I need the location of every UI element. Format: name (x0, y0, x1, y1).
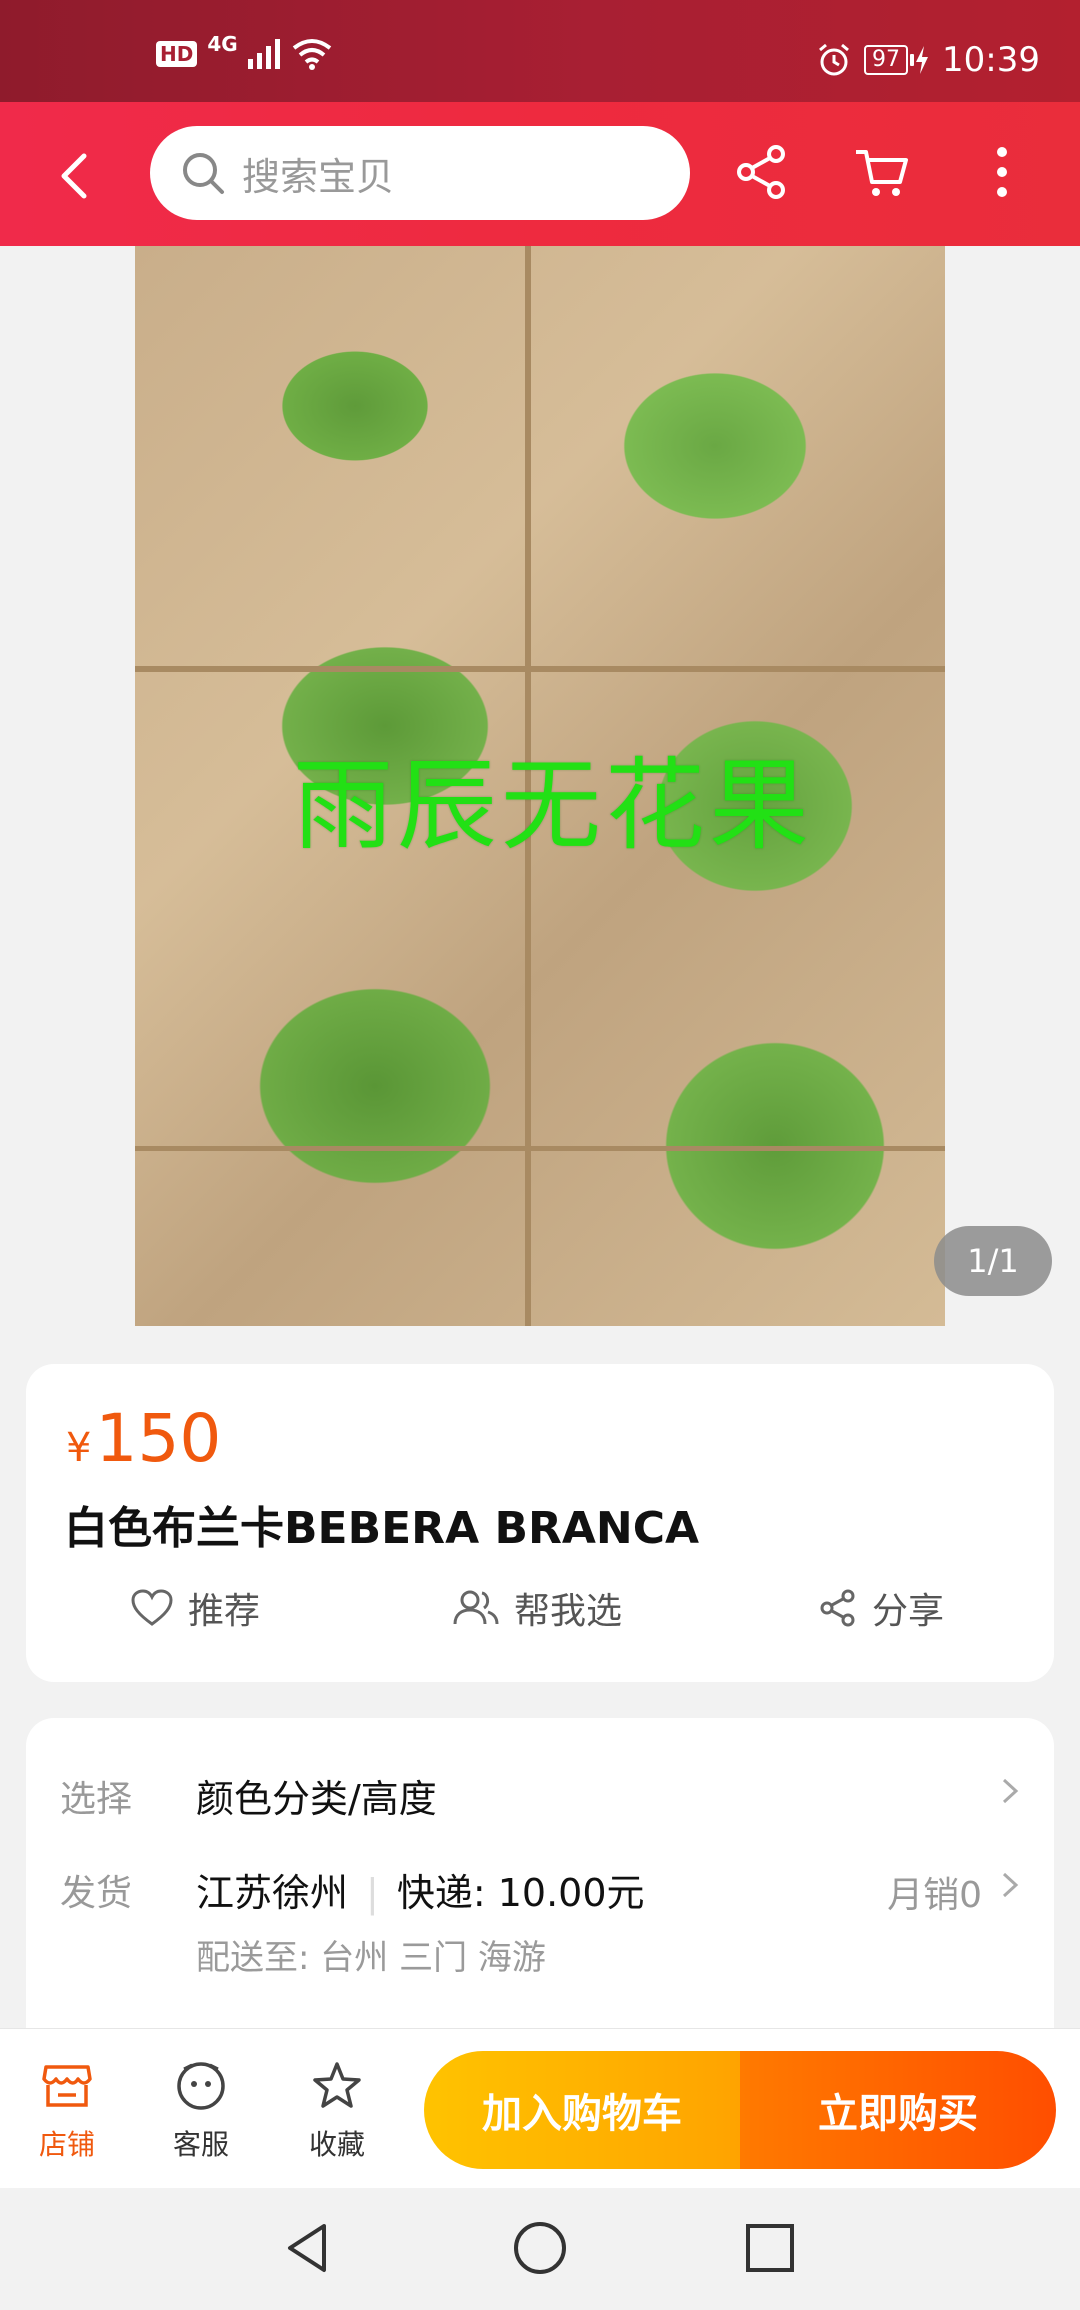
system-recents-icon[interactable] (740, 2218, 800, 2278)
favorite-label: 收藏 (308, 2128, 365, 2161)
price-value: 150 (95, 1400, 222, 1477)
people-icon (453, 1590, 499, 1625)
buy-now-button[interactable]: 立即购买 (740, 2051, 1056, 2169)
chevron-right-icon (1002, 1872, 1019, 1898)
chevron-right-icon (1002, 1778, 1019, 1804)
monthly-sales: 月销0 (887, 1875, 982, 1916)
currency-symbol: ¥ (66, 1425, 92, 1471)
bottom-action-bar: 店铺 客服 收藏 加入购物车 立即购买 (0, 2028, 1080, 2189)
price: ¥ 150 (66, 1400, 221, 1477)
select-label: 选择 (60, 1779, 133, 1820)
select-value: 颜色分类/高度 (196, 1777, 437, 1821)
shop-label: 店铺 (38, 2128, 95, 2161)
search-icon (183, 153, 224, 194)
customer-service-icon (177, 2062, 225, 2110)
shipping-origin: 江苏徐州 (196, 1871, 349, 1915)
box-edge (135, 1146, 945, 1151)
clock: 10:39 (942, 40, 1040, 80)
recommend-button[interactable]: 推荐 (130, 1582, 260, 1634)
cart-icon[interactable] (852, 142, 912, 202)
help-me-choose-button[interactable]: 帮我选 (452, 1582, 622, 1634)
photo-watermark: 雨辰无花果 (293, 747, 813, 864)
heart-icon (131, 1589, 173, 1626)
customer-service-label: 客服 (172, 2128, 229, 2161)
shipping-info: 江苏徐州 | 快递: 10.00元 (196, 1862, 645, 1917)
product-actions: 推荐 帮我选 分享 (26, 1582, 1054, 1662)
search-placeholder: 搜索宝贝 (242, 154, 395, 199)
wifi-icon (292, 39, 331, 70)
status-right: 97 10:39 (816, 40, 1040, 80)
deliver-to: 配送至: 台州 三门 海游 (196, 1938, 546, 1978)
more-icon[interactable] (972, 142, 1032, 202)
search-input[interactable]: 搜索宝贝 (150, 126, 690, 220)
image-counter: 1/1 (934, 1226, 1052, 1296)
hd-badge: HD (156, 41, 198, 67)
network-type: 4G (207, 32, 238, 56)
box-edge (135, 666, 945, 672)
product-gallery[interactable]: 雨辰无花果 1/1 (0, 246, 1080, 1326)
add-to-cart-button[interactable]: 加入购物车 (424, 2051, 740, 2169)
status-bar: HD 4G 97 10:39 (0, 0, 1080, 102)
status-left: HD 4G (156, 32, 332, 70)
top-nav-bar: 搜索宝贝 (0, 102, 1080, 246)
shop-icon (42, 2065, 92, 2107)
product-title: 白色布兰卡BEBERA BRANCA (64, 1503, 700, 1554)
system-back-icon[interactable] (278, 2218, 338, 2278)
options-card: 选择 颜色分类/高度 发货 江苏徐州 | 快递: 10.00元 月销0 配送至: 台… (26, 1718, 1054, 2048)
shop-button[interactable]: 店铺 (12, 2059, 122, 2163)
favorite-button[interactable]: 收藏 (282, 2059, 392, 2163)
alarm-icon (819, 43, 849, 76)
share-product-button[interactable]: 分享 (818, 1582, 944, 1634)
system-navigation-bar (0, 2188, 1080, 2310)
help-me-choose-label: 帮我选 (514, 1591, 623, 1632)
signal-icon (247, 39, 280, 69)
shipping-label: 发货 (60, 1873, 133, 1914)
divider: | (366, 1871, 379, 1915)
battery-indicator: 97 (864, 45, 930, 75)
product-summary-card: ¥ 150 白色布兰卡BEBERA BRANCA 推荐 帮我选 分享 (26, 1364, 1054, 1682)
star-icon (313, 2062, 361, 2108)
customer-service-button[interactable]: 客服 (146, 2059, 256, 2163)
system-home-icon[interactable] (510, 2218, 570, 2278)
share-label: 分享 (872, 1591, 945, 1632)
share-icon[interactable] (732, 142, 792, 202)
recommend-label: 推荐 (188, 1591, 261, 1632)
product-photo[interactable]: 雨辰无花果 (135, 246, 945, 1326)
shipping-fee: 快递: 10.00元 (396, 1871, 645, 1915)
battery-level: 97 (864, 45, 909, 75)
charging-icon (916, 46, 929, 74)
share-icon (820, 1589, 855, 1627)
back-icon[interactable] (46, 146, 106, 206)
